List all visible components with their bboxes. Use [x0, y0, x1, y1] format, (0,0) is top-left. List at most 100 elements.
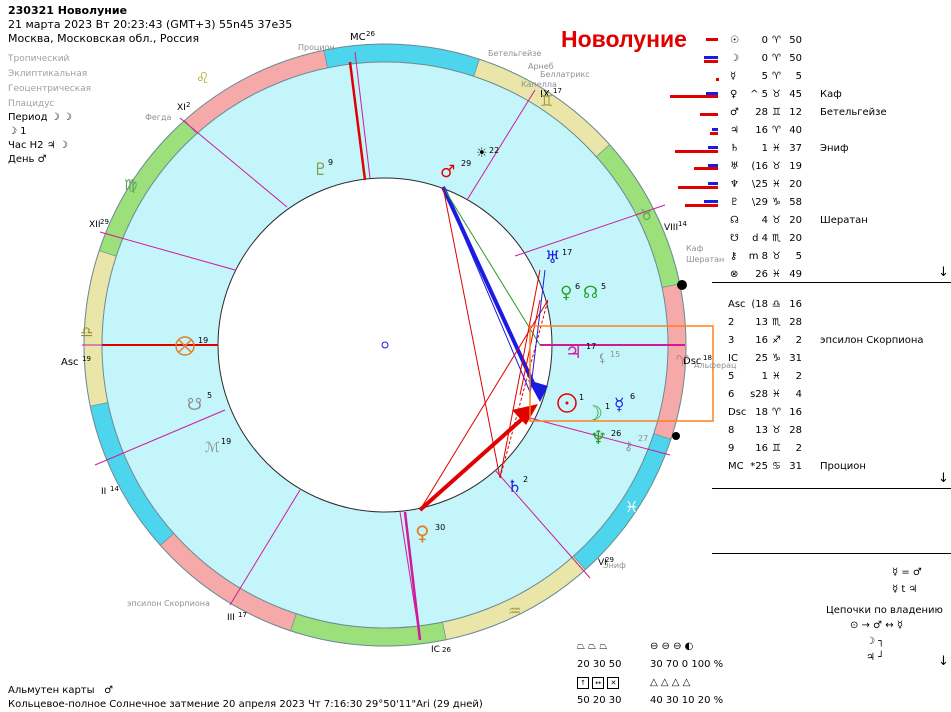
house-label: IC [728, 353, 738, 364]
house-row[interactable]: IC 25 ♑ 31 [712, 350, 951, 368]
planet-degree: ^ 5 [750, 89, 768, 100]
house-row[interactable]: MC *25 ♋ 31 Процион [712, 458, 951, 476]
moon-glyph[interactable]: ☽ [585, 401, 603, 425]
house-label: 6 [728, 389, 735, 400]
svg-text:♈: ♈ [676, 352, 689, 370]
scroll-down-icon-2[interactable]: ↓ [938, 472, 949, 485]
stats-triangle-icons: △ △ △ △ [650, 677, 691, 688]
north-node-glyph[interactable]: ☊ [583, 283, 598, 303]
mars-glyph[interactable]: ♂ [440, 162, 455, 182]
star-fegda: Фегда [145, 113, 172, 122]
planet-row[interactable]: ☊ 4 ♉ 20 Шератан [712, 212, 951, 230]
chiron-glyph[interactable]: ⚷ [624, 439, 633, 453]
house-sign: ♋ [772, 461, 781, 472]
svg-text:17: 17 [562, 248, 572, 257]
house-row[interactable]: 5 1 ♓ 2 [712, 368, 951, 386]
house-row[interactable]: Asc (18 ♎ 16 [712, 296, 951, 314]
planet-row[interactable]: ♄ 1 ♓ 37 Эниф [712, 140, 951, 158]
star-enif: Эниф [603, 561, 626, 570]
svg-text:♊: ♊ [540, 92, 553, 110]
planet-sign: ♑ [772, 197, 781, 208]
house-row[interactable]: 2 13 ♏ 28 [712, 314, 951, 332]
scroll-down-icon-3[interactable]: ↓ [938, 655, 949, 668]
venus-glyph[interactable]: ♀ [560, 283, 572, 303]
strength-bar [710, 132, 718, 135]
house-minutes: 2 [795, 335, 802, 346]
planet-star: Эниф [820, 143, 849, 154]
strength-bar [700, 113, 718, 116]
planet-degree: (16 [751, 161, 768, 172]
midheaven-glyph[interactable]: ℳ [205, 440, 220, 456]
house-degree: s28 [750, 389, 768, 400]
jupiter-glyph[interactable]: ♃ [565, 341, 582, 363]
stats-box-icons: ↑ ↔ ✕ [577, 676, 620, 689]
strength-bar [708, 164, 718, 167]
planet-row[interactable]: ☽ 0 ♈ 50 [712, 50, 951, 68]
strength-bar [708, 146, 718, 149]
house-row[interactable]: 9 16 ♊ 2 [712, 440, 951, 458]
house-row[interactable]: 8 13 ♉ 28 [712, 422, 951, 440]
neptune-star-glyph[interactable]: ☀ [476, 146, 488, 161]
planet-row[interactable]: ♅ (16 ♉ 19 [712, 158, 951, 176]
planet-glyph: ♄ [730, 143, 739, 154]
south-node-glyph[interactable]: ☋ [187, 395, 202, 415]
ruler-line-2: ☿ t ♃ [892, 584, 918, 595]
house-row[interactable]: Dsc 18 ♈ 16 [712, 404, 951, 422]
star-kaf: Каф [686, 244, 704, 253]
house-row[interactable]: 3 16 ♐ 2 эпсилон Скорпиона [712, 332, 951, 350]
planet-glyph: ♀ [730, 89, 738, 100]
stats-box-values: 50 20 30 [577, 695, 622, 706]
planet-minutes: 12 [789, 107, 802, 118]
planet-glyph: ♅ [730, 161, 739, 172]
strength-bar [706, 92, 718, 95]
almuten-row: Альмутен карты ♂ [8, 685, 114, 696]
planet-row[interactable]: ♂ 28 ♊ 12 Бетельгейзе [712, 104, 951, 122]
planet-row[interactable]: ♀ ^ 5 ♉ 45 Каф [712, 86, 951, 104]
ic-degree: 26 [442, 646, 451, 654]
stats-quality-icons: ⏢ ⏢ ⏢ [577, 641, 608, 652]
house-minutes: 16 [789, 407, 802, 418]
planet-row[interactable]: ♃ 16 ♈ 40 [712, 122, 951, 140]
svg-text:26: 26 [611, 429, 621, 438]
planet-sign: ♈ [772, 35, 781, 46]
planet-row[interactable]: ♆ \25 ♓ 20 [712, 176, 951, 194]
planet-row[interactable]: ☋ d 4 ♏ 20 [712, 230, 951, 248]
planet-degree: d 4 [752, 233, 768, 244]
svg-text:5: 5 [601, 282, 606, 291]
svg-text:29: 29 [461, 159, 471, 168]
stats-element-icons: ⊖ ⊖ ⊖ ◐ [650, 641, 694, 652]
planet-row[interactable]: ♇ \29 ♑ 58 [712, 194, 951, 212]
svg-text:6: 6 [575, 282, 580, 291]
planet-minutes: 19 [789, 161, 802, 172]
house-sign: ♓ [772, 371, 781, 382]
house-minutes: 2 [795, 443, 802, 454]
planet-sign: ♉ [772, 89, 781, 100]
house-degree: (18 [751, 299, 768, 310]
planet-minutes: 20 [789, 233, 802, 244]
planet-row[interactable]: ☿ 5 ♈ 5 [712, 68, 951, 86]
planet-sign: ♈ [772, 53, 781, 64]
house-degree: 1 [761, 371, 768, 382]
house-row[interactable]: 6 s28 ♓ 4 [712, 386, 951, 404]
planet-row[interactable]: ⚷ m 8 ♉ 5 [712, 248, 951, 266]
uranus-glyph[interactable]: ♅ [545, 248, 560, 268]
house-minutes: 2 [795, 371, 802, 382]
house-degree: *25 [750, 461, 768, 472]
planet-degree: \29 [751, 197, 768, 208]
scroll-down-icon[interactable]: ↓ [938, 266, 949, 279]
house-minutes: 28 [789, 425, 802, 436]
planet-glyph: ☽ [730, 53, 739, 64]
stats-triangle-values: 40 30 10 20 % [650, 695, 724, 706]
mercury-glyph[interactable]: ☿ [614, 395, 624, 415]
neptune-glyph[interactable]: ♆ [590, 427, 607, 449]
planet-row[interactable]: ☉ 0 ♈ 50 [712, 32, 951, 50]
saturn-glyph[interactable]: ♄ [507, 477, 522, 497]
venus-lower-glyph[interactable]: ♀ [415, 521, 430, 545]
lilith-glyph[interactable]: ⚸ [598, 351, 607, 365]
planet-star: Каф [820, 89, 842, 100]
strength-bar [675, 150, 718, 153]
pluto-glyph[interactable]: ♇ [313, 160, 328, 180]
planet-sign: ♓ [772, 179, 781, 190]
svg-text:17: 17 [586, 342, 596, 351]
planet-minutes: 20 [789, 179, 802, 190]
